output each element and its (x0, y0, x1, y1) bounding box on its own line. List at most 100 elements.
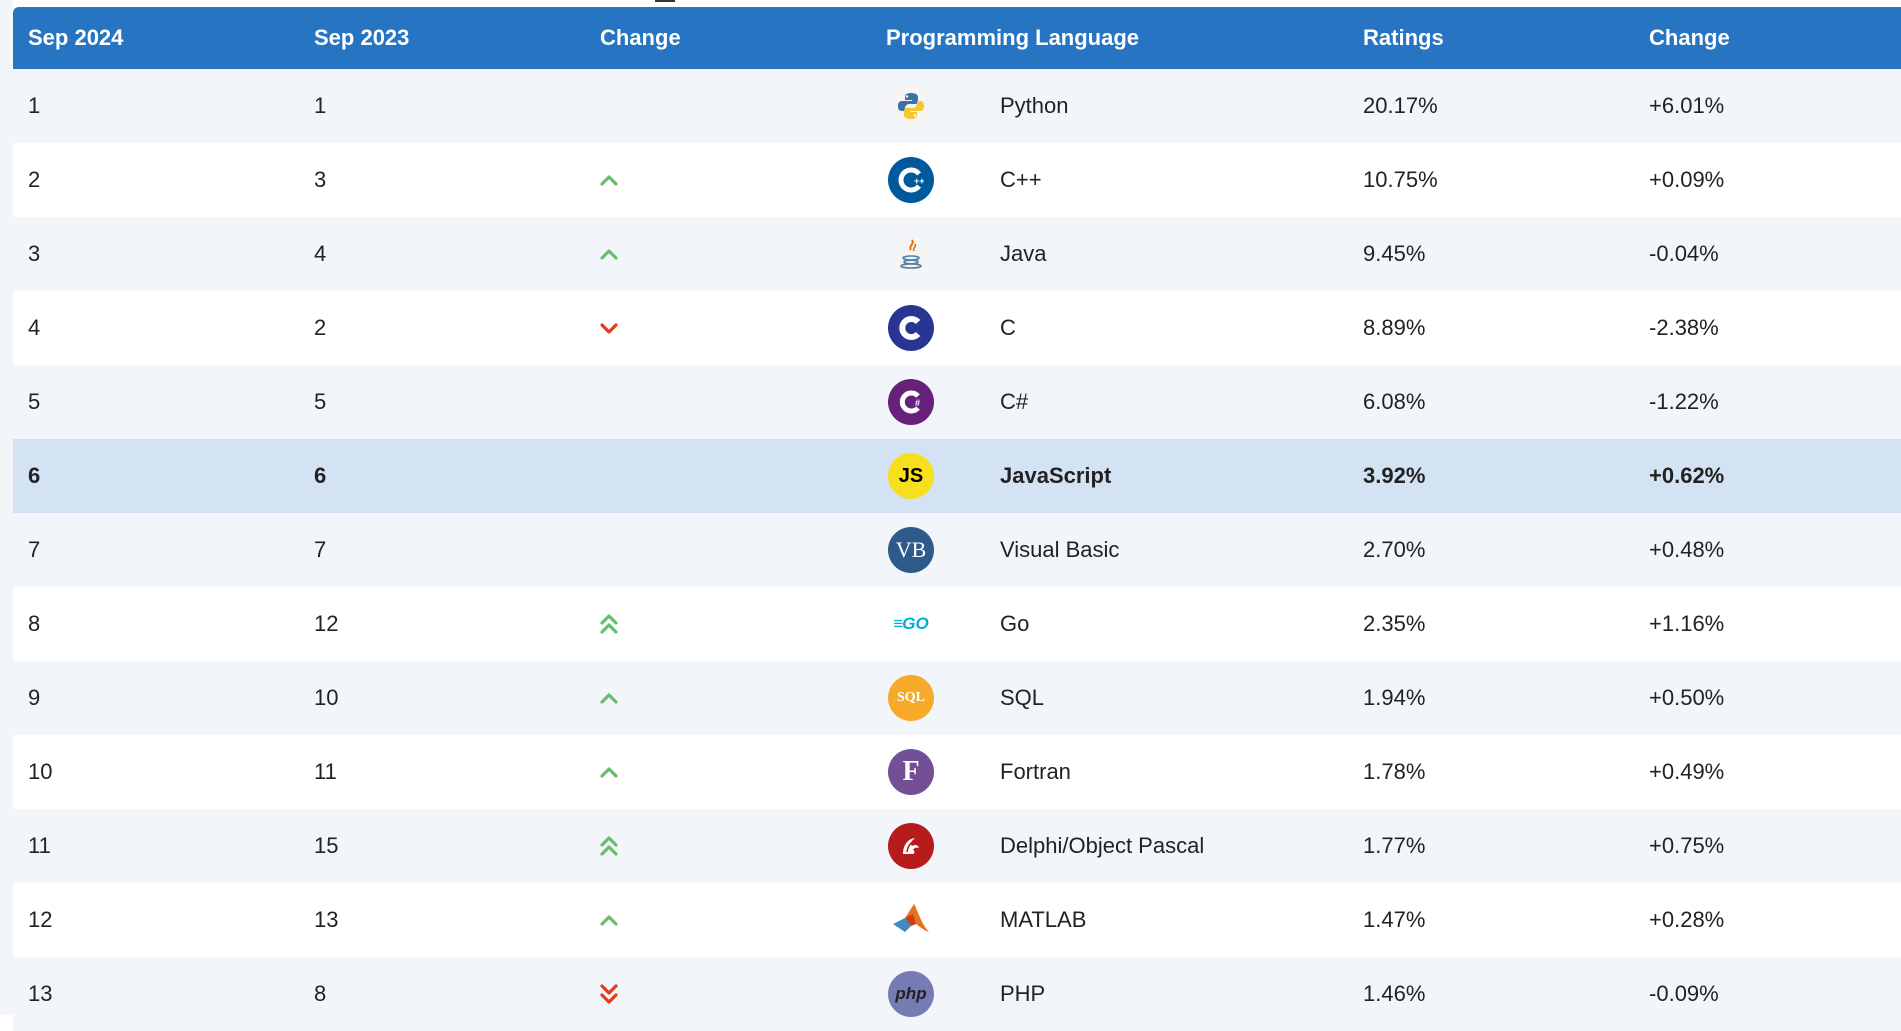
fortran-logo-text: F (902, 756, 920, 787)
table-header-row: Sep 2024 Sep 2023 Change Programming Lan… (13, 7, 1901, 69)
language-logo-cell: php (871, 957, 985, 1031)
rating-change-value: +1.16% (1649, 611, 1725, 636)
table-row: 3 4 Java 9.45% -0.04% (13, 217, 1901, 291)
rank-change-indicator (585, 217, 871, 291)
language-name: Fortran (1000, 759, 1071, 784)
fortran-logo-icon: F (888, 749, 934, 795)
java-logo-icon (888, 231, 934, 277)
rank-change-indicator (585, 587, 871, 661)
header-change-rank: Change (600, 25, 681, 50)
rank-sep-2024: 13 (28, 981, 53, 1006)
javascript-logo-text: JS (898, 464, 924, 487)
table-row: 2 3 ++ C++ 10.75% +0.09% (13, 143, 1901, 217)
rank-sep-2023: 6 (314, 463, 327, 488)
header-programming-language: Programming Language (886, 25, 1140, 50)
visual-basic-logo-icon: VB (888, 527, 934, 573)
rank-sep-2023: 1 (314, 93, 327, 118)
rating-value: 2.70% (1363, 537, 1426, 562)
rank-sep-2023: 8 (314, 981, 327, 1006)
rating-value: 1.78% (1363, 759, 1426, 784)
svg-text:#: # (915, 398, 920, 408)
language-name: Python (1000, 93, 1069, 118)
rank-sep-2024: 5 (28, 389, 41, 414)
trend-up-icon (600, 692, 618, 704)
go-logo-text: GO (902, 614, 929, 633)
rank-change-indicator (585, 143, 871, 217)
rating-change-value: +6.01% (1649, 93, 1725, 118)
language-name: C++ (1000, 167, 1042, 192)
rating-change-value: +0.48% (1649, 537, 1725, 562)
header-sep-2024: Sep 2024 (28, 25, 124, 50)
rating-change-value: -0.09% (1649, 981, 1719, 1006)
rank-sep-2024: 2 (28, 167, 41, 192)
rank-sep-2024: 8 (28, 611, 41, 636)
matlab-logo-icon (888, 897, 934, 943)
rating-change-value: +0.49% (1649, 759, 1725, 784)
table-row: 9 10 SQL SQL 1.94% +0.50% (13, 661, 1901, 735)
rank-sep-2024: 1 (28, 93, 41, 118)
rank-change-indicator (585, 513, 871, 587)
table-row: 13 8 php PHP 1.46% -0.09% (13, 957, 1901, 1031)
table-row: 8 12 ≡ GO Go 2.35% +1.16% (13, 587, 1901, 661)
php-logo-text: php (895, 984, 927, 1003)
rank-sep-2024: 9 (28, 685, 41, 710)
rating-value: 1.77% (1363, 833, 1426, 858)
language-name: C (1000, 315, 1016, 340)
rating-value: 2.35% (1363, 611, 1426, 636)
csharp-logo-icon: # (888, 379, 934, 425)
language-logo-cell (871, 883, 985, 957)
rank-change-indicator (585, 661, 871, 735)
rank-sep-2024: 3 (28, 241, 41, 266)
language-logo-cell: SQL (871, 661, 985, 735)
rank-sep-2024: 7 (28, 537, 41, 562)
rank-sep-2024: 6 (28, 463, 41, 488)
header-ratings: Ratings (1363, 25, 1444, 50)
rating-change-value: +0.28% (1649, 907, 1725, 932)
top-divider-mark (655, 0, 675, 2)
rating-change-value: +0.09% (1649, 167, 1725, 192)
rating-value: 1.47% (1363, 907, 1426, 932)
trend-double-up-icon (600, 614, 618, 634)
sql-logo-icon: SQL (888, 675, 934, 721)
rank-sep-2024: 10 (28, 759, 53, 784)
language-name: Delphi/Object Pascal (1000, 833, 1205, 858)
language-logo-cell (871, 217, 985, 291)
rating-value: 3.92% (1363, 463, 1426, 488)
language-name: C# (1000, 389, 1029, 414)
rank-change-indicator (585, 957, 871, 1031)
rank-sep-2023: 12 (314, 611, 339, 636)
rating-value: 8.89% (1363, 315, 1426, 340)
rank-change-indicator (585, 883, 871, 957)
delphi-logo-icon (888, 823, 934, 869)
javascript-logo-icon: JS (888, 453, 934, 499)
rank-change-indicator (585, 439, 871, 513)
svg-text:++: ++ (914, 176, 925, 186)
tiobe-index-table: Sep 2024 Sep 2023 Change Programming Lan… (13, 7, 1901, 1031)
trend-up-icon (600, 174, 618, 186)
trend-down-icon (600, 322, 618, 334)
table-row: 12 13 MATLAB 1.47% +0.28% (13, 883, 1901, 957)
rating-value: 9.45% (1363, 241, 1426, 266)
language-name: PHP (1000, 981, 1046, 1006)
language-logo-cell (871, 809, 985, 883)
rank-change-indicator (585, 69, 871, 143)
rating-change-value: -0.04% (1649, 241, 1719, 266)
language-name: Java (1000, 241, 1047, 266)
language-logo-cell: VB (871, 513, 985, 587)
language-name: Go (1000, 611, 1030, 636)
language-name: JavaScript (1000, 463, 1112, 488)
go-logo-icon: ≡ GO (893, 614, 929, 633)
rank-sep-2024: 11 (28, 833, 51, 858)
rank-sep-2023: 3 (314, 167, 327, 192)
language-logo-cell: # (871, 365, 985, 439)
language-name: MATLAB (1000, 907, 1087, 932)
rank-sep-2023: 11 (314, 759, 337, 784)
table-row: 5 5 # C# 6.08% -1.22% (13, 365, 1901, 439)
rank-change-indicator (585, 365, 871, 439)
language-name: SQL (1000, 685, 1045, 710)
cpp-logo-icon: ++ (888, 157, 934, 203)
table-row: 11 15 Delphi/Object Pascal 1.77% +0.75% (13, 809, 1901, 883)
rating-value: 10.75% (1363, 167, 1438, 192)
visual-basic-logo-text: VB (895, 537, 927, 562)
page-left-edge (0, 0, 13, 1015)
